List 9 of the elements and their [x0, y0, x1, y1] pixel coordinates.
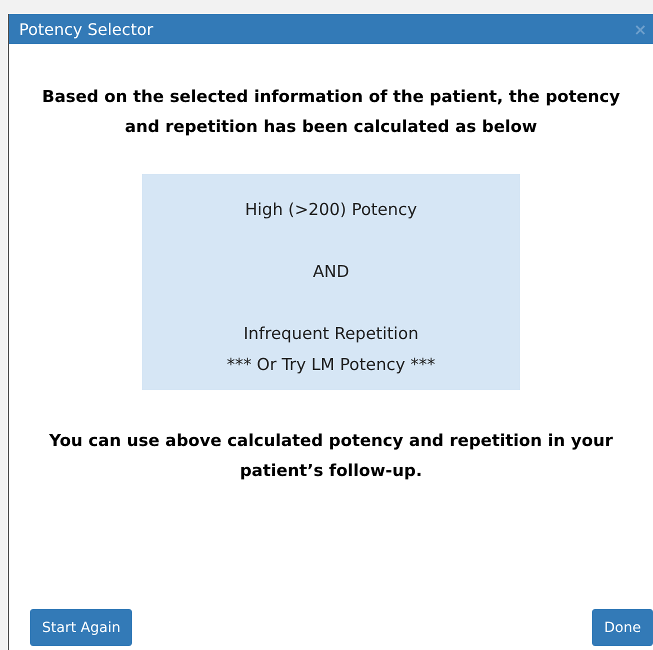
intro-text: Based on the selected information of the patient, the potency and repetition has been calculated as below	[41, 86, 621, 138]
window-title: Potency Selector	[19, 20, 154, 38]
result-line: AND	[312, 261, 350, 283]
footer-text: You can use above calculated potency and repetition in your patient’s follow-up.	[48, 430, 614, 482]
result-line: High (>200) Potency	[245, 199, 417, 221]
result-line: Infrequent Repetition	[243, 323, 419, 345]
start-again-button[interactable]: Start Again	[30, 609, 132, 646]
done-button[interactable]: Done	[592, 609, 653, 646]
result-line: *** Or Try LM Potency ***	[226, 354, 436, 376]
